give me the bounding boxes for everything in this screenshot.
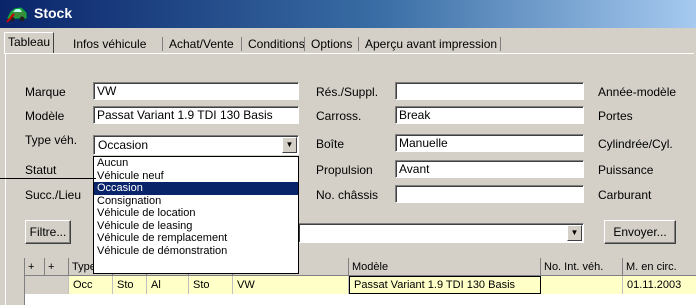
pointer-line [0, 178, 96, 179]
tab-apercu[interactable]: Aperçu avant impression [362, 35, 500, 53]
car-icon [6, 7, 27, 23]
res-suppl-label: Rés./Suppl. [316, 85, 379, 99]
modele-label: Modèle [25, 109, 65, 123]
statut-label: Statut [25, 163, 57, 177]
table-cell[interactable]: Occ [69, 276, 113, 294]
grid-header-modele[interactable]: Modèle [349, 258, 541, 276]
modele-field[interactable]: Passat Variant 1.9 TDI 130 Basis [93, 106, 299, 124]
table-cell[interactable]: 01.11.2003 [623, 276, 696, 294]
row-selector[interactable] [25, 276, 69, 294]
grid-header-selector[interactable]: + [25, 258, 45, 276]
tab-conditions[interactable]: Conditions [245, 35, 308, 53]
propulsion-field[interactable]: Avant [395, 160, 584, 178]
table-cell[interactable]: Sto [113, 276, 147, 294]
dropdown-option[interactable]: Véhicule de location [94, 207, 298, 220]
marque-field[interactable]: VW [93, 82, 299, 100]
dropdown-option[interactable]: Véhicule neuf [94, 170, 298, 183]
carross-field[interactable]: Break [395, 106, 584, 124]
dropdown-option[interactable]: Consignation [94, 195, 298, 208]
envoyer-button[interactable]: Envoyer... [604, 220, 676, 244]
table-cell[interactable]: Sto [189, 276, 233, 294]
type-veh-combo[interactable]: Occasion ▼ [93, 135, 299, 155]
tab-separator [358, 37, 359, 51]
type-veh-label: Type véh. [25, 133, 78, 147]
table-cell[interactable]: Al [147, 276, 189, 294]
propulsion-label: Propulsion [316, 163, 373, 177]
table-cell[interactable]: VW [233, 276, 349, 294]
type-veh-value: Occasion [98, 138, 149, 152]
grid-header-no-int[interactable]: No. Int. véh. [541, 258, 623, 276]
table-cell-focused[interactable]: Passat Variant 1.9 TDI 130 Basis [349, 276, 541, 294]
cylindree-label: Cylindrée/Cyl. [598, 137, 673, 151]
grid-header-expand[interactable]: + [45, 258, 69, 276]
carross-label: Carross. [316, 109, 362, 123]
carburant-label: Carburant [598, 188, 652, 202]
table-cell[interactable] [541, 276, 623, 294]
res-suppl-field[interactable] [395, 82, 584, 100]
title-bar[interactable]: Stock [0, 0, 696, 28]
tab-separator [241, 37, 242, 51]
succ-lieu-label: Succ./Lieu [25, 188, 82, 202]
filtre-button[interactable]: Filtre... [25, 220, 71, 244]
puissance-label: Puissance [598, 163, 654, 177]
tab-separator [304, 37, 305, 51]
marque-label: Marque [25, 85, 66, 99]
dropdown-option[interactable]: Aucun [94, 157, 298, 170]
dropdown-option[interactable]: Véhicule de remplacement [94, 232, 298, 245]
chevron-down-icon[interactable]: ▼ [567, 225, 582, 241]
dropdown-option[interactable]: Véhicule de démonstration [94, 245, 298, 258]
boite-field[interactable]: Manuelle [395, 134, 584, 152]
dropdown-option[interactable]: Véhicule de leasing [94, 220, 298, 233]
boite-label: Boîte [316, 137, 345, 151]
tab-separator [500, 37, 501, 51]
chevron-down-icon[interactable]: ▼ [282, 137, 297, 153]
annee-modele-label: Année-modèle [598, 85, 677, 99]
stock-window: Stock Tableau Infos véhicule Achat/Vente… [0, 0, 696, 306]
no-chassis-field[interactable] [395, 185, 584, 203]
no-chassis-label: No. châssis [316, 188, 379, 202]
filter-combo[interactable]: ▼ [298, 223, 584, 243]
tab-tableau[interactable]: Tableau [4, 32, 55, 54]
tab-achat-vente[interactable]: Achat/Vente [166, 35, 237, 53]
tab-options[interactable]: Options [308, 35, 355, 53]
dropdown-option-selected[interactable]: Occasion [94, 182, 298, 195]
type-veh-dropdown-list[interactable]: Aucun Véhicule neuf Occasion Consignatio… [93, 156, 299, 274]
window-title: Stock [34, 5, 73, 21]
grid-header-m-en-circ[interactable]: M. en circ. [623, 258, 696, 276]
portes-label: Portes [598, 109, 633, 123]
tab-infos-vehicule[interactable]: Infos véhicule [70, 35, 149, 53]
tab-separator [162, 37, 163, 51]
